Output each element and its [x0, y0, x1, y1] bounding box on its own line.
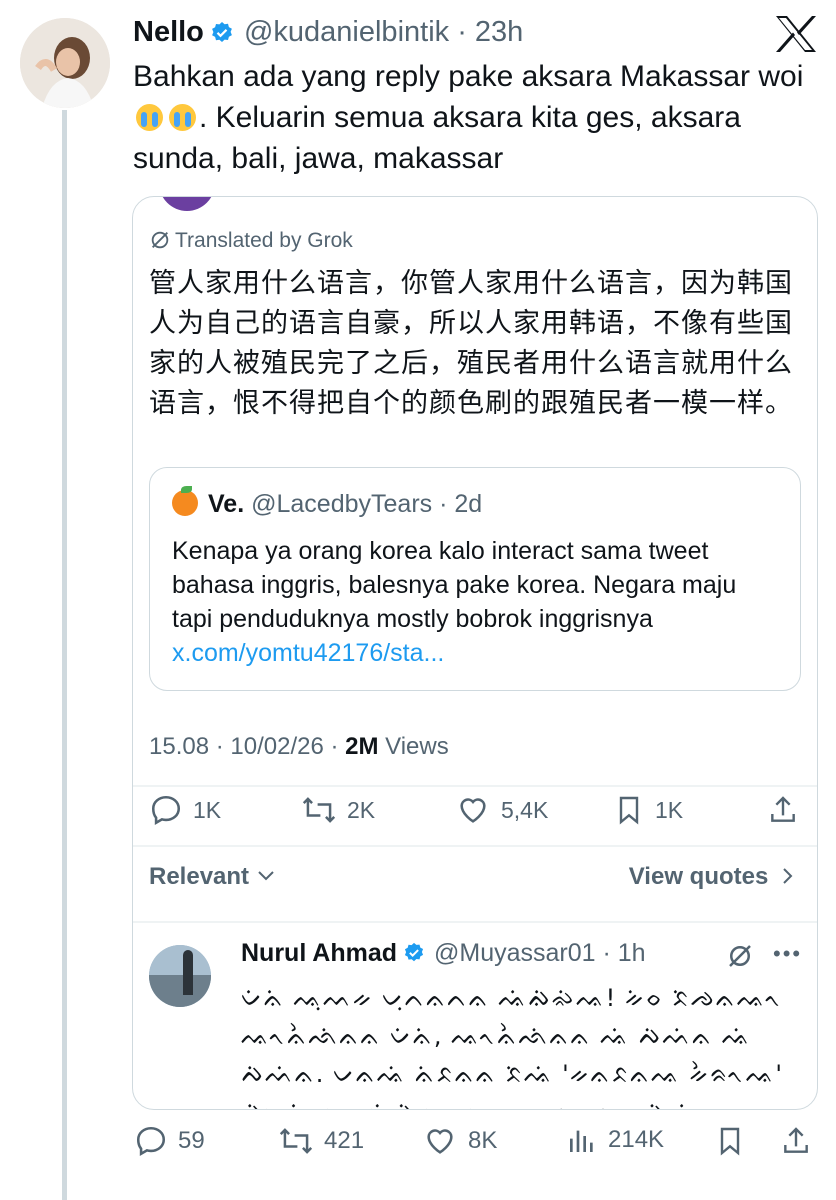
bottom-bookmark-button[interactable]	[714, 1124, 746, 1158]
reply-header: Nurul Ahmad @Muyassar01 · 1h	[241, 939, 646, 971]
divider	[133, 785, 817, 787]
quoted-avatar	[159, 197, 215, 211]
like-icon	[427, 1129, 453, 1154]
bottom-repost-button[interactable]: 421	[278, 1124, 364, 1158]
reply-button[interactable]: 1K	[149, 793, 221, 827]
sort-dropdown[interactable]: Relevant	[149, 863, 276, 891]
grok-translate-icon[interactable]	[725, 941, 755, 976]
tweet-text-part-1: Bahkan ada yang reply pake aksara Makass…	[133, 60, 804, 93]
share-icon	[784, 1127, 808, 1153]
inner-post-link[interactable]: x.com/yomtu42176/sta...	[172, 639, 444, 667]
like-icon	[460, 798, 486, 823]
inner-post-header: Ve. @LacedbyTears · 2d	[172, 486, 483, 519]
post-meta: 15.08 · 10/02/26 · 2M Views	[149, 733, 449, 761]
reply-icon	[136, 1126, 166, 1156]
bookmark-button[interactable]: 1K	[613, 793, 683, 827]
view-quotes-label: View quotes	[628, 863, 769, 890]
thread-line	[62, 110, 67, 1200]
views-label: Views	[378, 733, 449, 760]
share-button[interactable]	[767, 793, 799, 827]
more-icon[interactable]: •••	[773, 941, 802, 967]
reply-text: ᨆᨗᨊᨗ ᨕᨘᨓᨀ ᨆᨘᨈᨊᨈᨊ ᨕᨗᨁᨗᨋᨗᨕ! ᨀᨗᨔ ᨅᨗᨌᨊᨕᨚ ᨕᨚᨊ…	[241, 984, 783, 1109]
reply-author-name[interactable]: Nurul Ahmad	[241, 939, 397, 967]
dot-separator: ·	[595, 939, 618, 967]
bottom-repost-count: 421	[324, 1127, 365, 1154]
bottom-reply-count: 59	[178, 1127, 205, 1154]
sort-label: Relevant	[149, 863, 250, 890]
bookmark-icon	[720, 1127, 740, 1156]
verified-badge-icon	[403, 942, 425, 971]
dot-separator: ·	[449, 16, 475, 48]
views-count: 2M	[345, 733, 379, 760]
view-quotes-link[interactable]: View quotes	[629, 863, 795, 891]
bottom-like-button[interactable]: 8K	[422, 1124, 497, 1158]
repost-icon	[302, 797, 336, 823]
bottom-like-count: 8K	[468, 1127, 498, 1154]
author-handle[interactable]: @kudanielbintik	[244, 16, 449, 48]
inner-quoted-post[interactable]: Ve. @LacedbyTears · 2d Kenapa ya orang k…	[149, 467, 801, 691]
repost-icon	[279, 1128, 313, 1154]
views-icon	[570, 1130, 593, 1152]
x-logo-icon[interactable]	[774, 14, 818, 54]
translation-text: 管人家用什么语言，你管人家用什么语言，因为韩国人为自己的语言自豪，所以人家用韩语…	[149, 268, 793, 418]
translated-label: Translated by Grok	[175, 229, 353, 252]
bookmark-icon	[619, 796, 639, 825]
translated-by-grok[interactable]: Translated by Grok	[149, 229, 353, 253]
crying-face-icon	[136, 104, 163, 131]
share-icon	[771, 796, 795, 822]
repost-count: 2K	[347, 796, 376, 823]
dot-separator: ·	[432, 490, 455, 518]
inner-author-name[interactable]: Ve.	[208, 490, 244, 518]
like-count: 5,4K	[501, 796, 549, 823]
reply-time: 1h	[617, 939, 646, 967]
inner-avatar-orange-icon	[172, 486, 198, 516]
reply-author-handle[interactable]: @Muyassar01	[434, 939, 596, 967]
inner-author-handle[interactable]: @LacedbyTears	[251, 490, 432, 518]
bottom-views-count: 214K	[608, 1126, 665, 1153]
tweet-header: Nello @kudanielbintik · 23h	[133, 14, 523, 54]
divider	[133, 845, 817, 847]
tweet-text-part-2: . Keluarin semua aksara kita ges, aksara…	[133, 101, 741, 175]
like-button[interactable]: 5,4K	[455, 793, 548, 827]
reply-count: 1K	[193, 796, 222, 823]
grok-translate-icon	[151, 231, 169, 249]
reply-author-avatar[interactable]	[149, 945, 211, 1007]
author-name[interactable]: Nello	[133, 16, 204, 48]
author-avatar[interactable]	[20, 18, 110, 108]
tweet-text: Bahkan ada yang reply pake aksara Makass…	[133, 56, 813, 179]
inner-post-text: Kenapa ya orang korea kalo interact sama…	[172, 534, 782, 670]
bottom-reply-button[interactable]: 59	[134, 1124, 205, 1158]
chevron-right-icon	[783, 868, 793, 884]
crying-face-icon	[169, 104, 196, 131]
repost-button[interactable]: 2K	[301, 793, 375, 827]
inner-post-time: 2d	[454, 490, 483, 518]
bottom-share-button[interactable]	[780, 1124, 812, 1158]
bookmark-count: 1K	[655, 796, 684, 823]
inner-post-text-content: Kenapa ya orang korea kalo interact sama…	[172, 537, 737, 633]
divider	[133, 921, 817, 923]
verified-badge-icon	[210, 18, 234, 54]
chevron-down-icon	[258, 871, 274, 881]
reply-icon	[151, 795, 181, 825]
post-timestamp[interactable]: 15.08 · 10/02/26 ·	[149, 733, 345, 760]
quoted-post-card[interactable]: Translated by Grok 管人家用什么语言，你管人家用什么语言，因为…	[132, 196, 818, 1110]
tweet-time[interactable]: 23h	[475, 16, 523, 48]
bottom-views-button[interactable]: 214K	[566, 1124, 664, 1156]
